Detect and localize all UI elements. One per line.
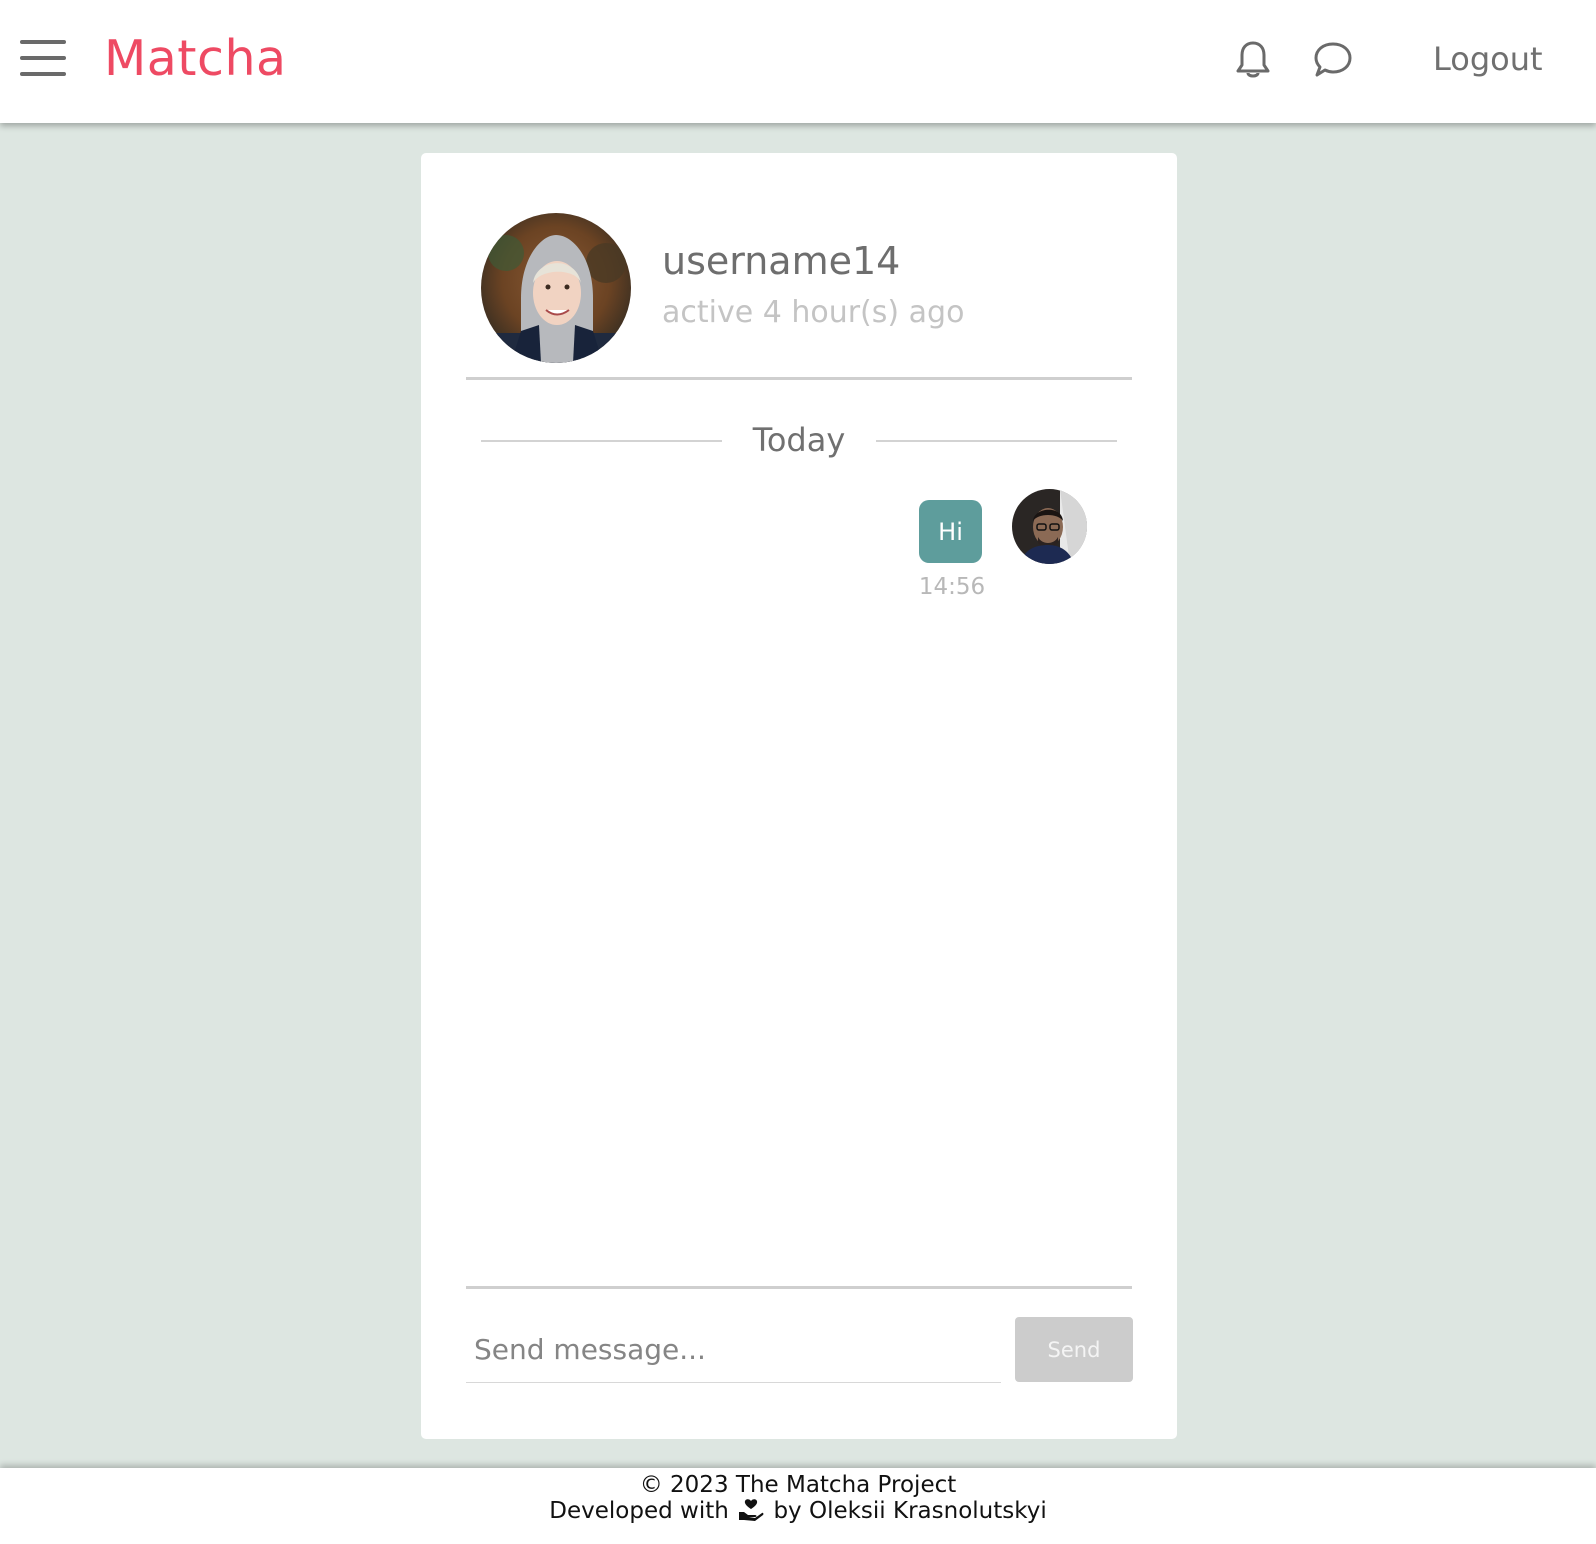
composer-divider xyxy=(466,1286,1132,1289)
page: Matcha Logout username14 active 4 hour(s… xyxy=(0,0,1596,1544)
top-nav-bar: Matcha Logout xyxy=(0,0,1596,123)
brand-logo[interactable]: Matcha xyxy=(104,30,287,87)
footer-developed-suffix: by Oleksii Krasnolutskyi xyxy=(773,1498,1047,1524)
contact-avatar[interactable] xyxy=(481,213,631,363)
chat-bubble-icon[interactable] xyxy=(1313,40,1353,80)
footer-copyright: © 2023 The Matcha Project xyxy=(639,1472,957,1498)
message-bubble[interactable]: Hi xyxy=(919,500,982,563)
day-separator-line-right xyxy=(876,440,1117,442)
chat-panel: username14 active 4 hour(s) ago Today Hi… xyxy=(421,153,1177,1439)
message-time: 14:56 xyxy=(918,574,986,600)
footer: © 2023 The Matcha Project Developed with… xyxy=(0,1468,1596,1544)
day-separator-line-left xyxy=(481,440,722,442)
footer-developed-prefix: Developed with xyxy=(549,1498,729,1524)
footer-credit: Developed with by Oleksii Krasnolutskyi xyxy=(0,1498,1596,1528)
hamburger-menu-icon[interactable] xyxy=(20,40,68,76)
header-divider xyxy=(466,377,1132,380)
own-avatar xyxy=(1012,489,1087,564)
logout-link[interactable]: Logout xyxy=(1433,40,1543,78)
day-separator-label: Today xyxy=(752,421,846,459)
hand-heart-icon xyxy=(738,1498,764,1528)
bell-icon[interactable] xyxy=(1235,40,1275,80)
contact-username[interactable]: username14 xyxy=(662,239,900,283)
send-button[interactable]: Send xyxy=(1015,1317,1133,1382)
message-input[interactable] xyxy=(466,1317,1001,1383)
contact-status: active 4 hour(s) ago xyxy=(662,295,965,330)
